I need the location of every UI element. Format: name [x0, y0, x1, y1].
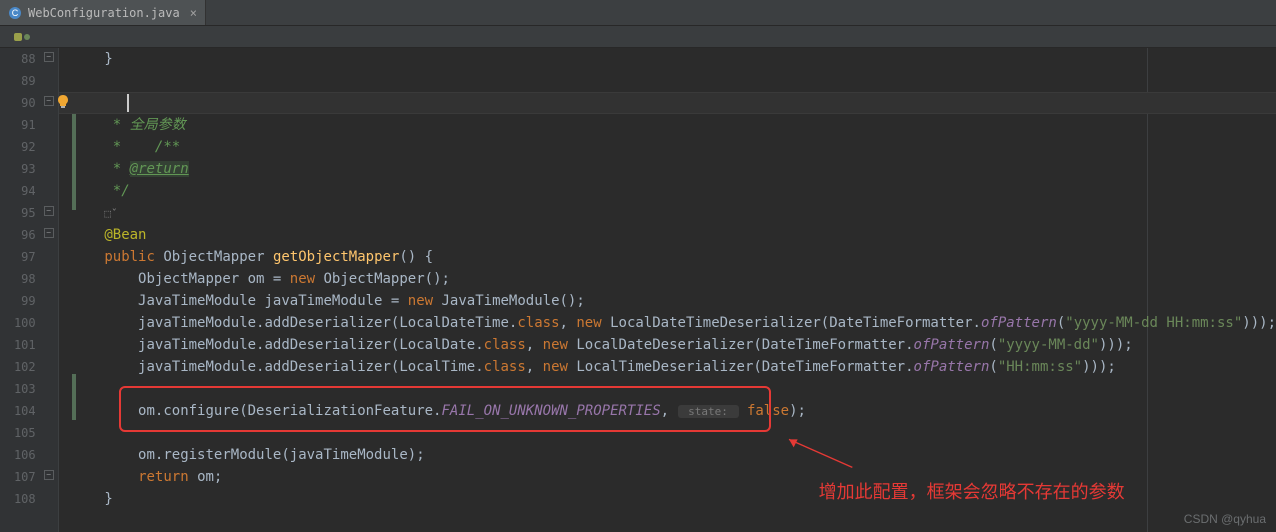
tab-bar: C WebConfiguration.java × [0, 0, 1276, 26]
code-line [59, 70, 1276, 92]
line-number: 95 − [0, 202, 58, 224]
tab-filename: WebConfiguration.java [28, 6, 180, 20]
code-line: public ObjectMapper getObjectMapper() { [59, 246, 1276, 268]
bulb-icon[interactable] [55, 94, 71, 110]
line-gutter: 88− 89 90− 91 92 93 94 95 − 96− 97 98 99… [0, 48, 59, 532]
line-number: 93 [0, 158, 58, 180]
line-number: 96− [0, 224, 58, 246]
code-line: om.registerModule(javaTimeModule); [59, 444, 1276, 466]
fold-icon[interactable]: − [44, 206, 54, 216]
code-line: javaTimeModule.addDeserializer(LocalTime… [59, 356, 1276, 378]
line-number: 107− [0, 466, 58, 488]
annotation-text: 增加此配置，框架会忽略不存在的参数 [819, 478, 1125, 504]
fold-icon[interactable]: − [44, 96, 54, 106]
code-line [59, 422, 1276, 444]
code-line: } [59, 48, 1276, 70]
line-number: 108 [0, 488, 58, 510]
code-line: ObjectMapper om = new ObjectMapper(); [59, 268, 1276, 290]
line-number: 106 [0, 444, 58, 466]
fold-icon[interactable]: − [44, 470, 54, 480]
line-number: 101 [0, 334, 58, 356]
code-line: javaTimeModule.addDeserializer(LocalDate… [59, 312, 1276, 334]
code-line [59, 510, 1276, 532]
text-caret [127, 94, 129, 112]
parameter-hint: state: [678, 405, 739, 418]
file-tab[interactable]: C WebConfiguration.java × [0, 0, 206, 25]
fold-icon[interactable]: − [44, 228, 54, 238]
java-class-icon: C [8, 6, 22, 20]
line-number: 105 [0, 422, 58, 444]
code-line: om.configure(DeserializationFeature.FAIL… [59, 400, 1276, 422]
code-line: JavaTimeModule javaTimeModule = new Java… [59, 290, 1276, 312]
line-number: 89 [0, 70, 58, 92]
code-line: * [59, 136, 1276, 158]
code-line: /** [59, 92, 1276, 114]
svg-text:C: C [12, 8, 19, 18]
code-line: javaTimeModule.addDeserializer(LocalDate… [59, 334, 1276, 356]
code-area[interactable]: } /** * 全局参数 * * @return */ ⬚ˇ @Bean pub… [59, 48, 1276, 532]
code-line: * 全局参数 [59, 114, 1276, 136]
code-line: ⬚ˇ [59, 202, 1276, 224]
code-editor[interactable]: 88− 89 90− 91 92 93 94 95 − 96− 97 98 99… [0, 48, 1276, 532]
line-number: 103 [0, 378, 58, 400]
close-icon[interactable]: × [190, 6, 197, 20]
line-number: 102 [0, 356, 58, 378]
line-number: 100 [0, 312, 58, 334]
line-number: 97 [0, 246, 58, 268]
watermark: CSDN @qyhua [1184, 512, 1266, 526]
line-number: 94 [0, 180, 58, 202]
code-line: * @return [59, 158, 1276, 180]
line-number: 90− [0, 92, 58, 114]
line-number: 92 [0, 136, 58, 158]
editor-toolbar [0, 26, 1276, 48]
code-line: @Bean [59, 224, 1276, 246]
fold-icon[interactable]: − [44, 52, 54, 62]
run-gutter-icon[interactable] [14, 30, 32, 44]
line-number: 88− [0, 48, 58, 70]
line-number: 99 [0, 290, 58, 312]
code-line [59, 378, 1276, 400]
code-line: */ [59, 180, 1276, 202]
line-number: 91 [0, 114, 58, 136]
line-number: 104 [0, 400, 58, 422]
line-number: 98 [0, 268, 58, 290]
